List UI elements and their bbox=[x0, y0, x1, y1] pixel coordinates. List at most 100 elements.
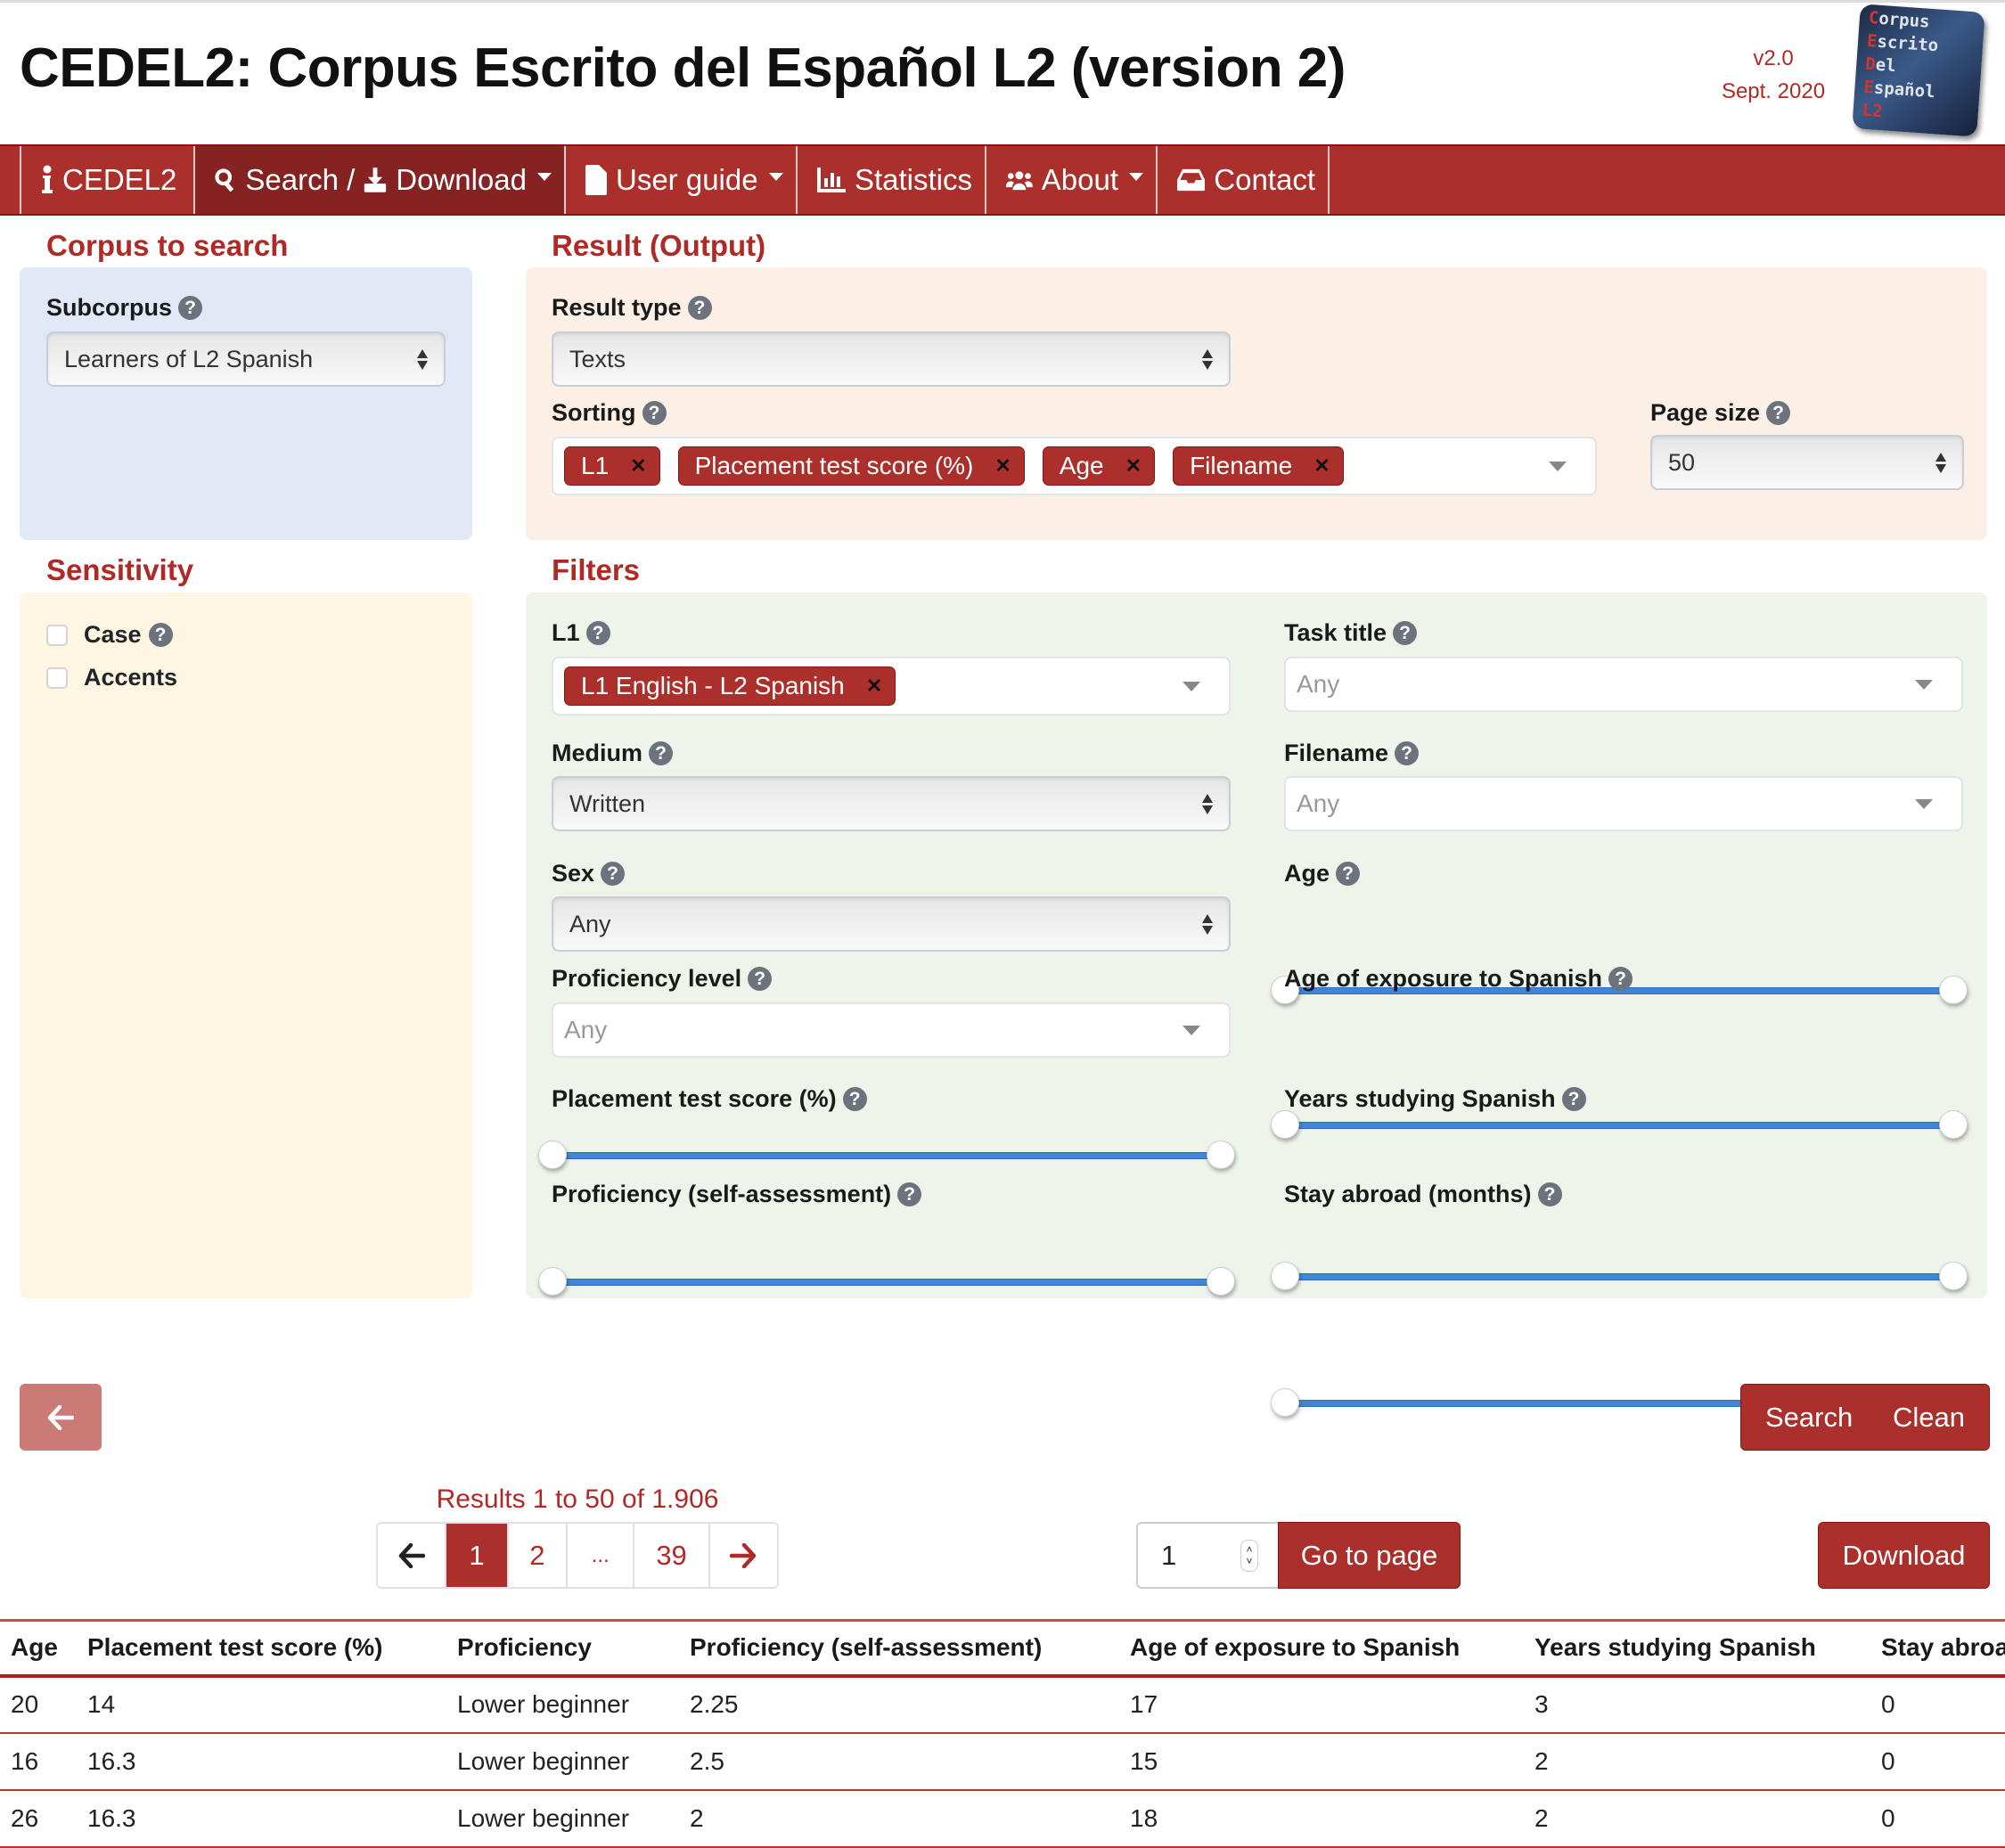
remove-icon[interactable]: ✕ bbox=[994, 454, 1011, 478]
page-button-2[interactable]: 2 bbox=[508, 1524, 569, 1587]
chevron-down-icon[interactable] bbox=[1549, 461, 1567, 471]
placement-slider[interactable] bbox=[538, 1141, 1235, 1171]
help-icon[interactable]: ? bbox=[897, 1182, 922, 1206]
help-icon[interactable]: ? bbox=[1393, 621, 1418, 645]
column-header[interactable]: Age bbox=[0, 1619, 77, 1678]
clean-button[interactable]: Clean bbox=[1893, 1402, 1965, 1434]
slider-min-handle[interactable] bbox=[1271, 1388, 1299, 1417]
help-icon[interactable]: ? bbox=[748, 967, 773, 991]
self-assessment-slider[interactable] bbox=[538, 1267, 1235, 1297]
chevron-down-icon[interactable] bbox=[1915, 798, 1933, 809]
slider-max-handle[interactable] bbox=[1207, 1267, 1235, 1296]
table-row[interactable]: 20 14 Lower beginner 2.25 17 3 0 bbox=[0, 1675, 2005, 1734]
table-row[interactable]: 16 16.3 Lower beginner 2.5 15 2 0 bbox=[0, 1732, 2005, 1791]
help-icon[interactable]: ? bbox=[687, 296, 712, 320]
help-icon[interactable]: ? bbox=[642, 401, 667, 425]
remove-icon[interactable]: ✕ bbox=[1313, 454, 1330, 478]
accents-checkbox[interactable] bbox=[46, 666, 68, 689]
help-icon[interactable]: ? bbox=[178, 296, 203, 320]
sorting-chip: Filename ✕ bbox=[1173, 446, 1344, 486]
help-icon[interactable]: ? bbox=[1537, 1182, 1562, 1206]
nav-about[interactable]: About bbox=[986, 146, 1158, 214]
sex-select[interactable]: Any bbox=[552, 896, 1231, 952]
results-table: Age Placement test score (%) Proficiency… bbox=[0, 1619, 2005, 1848]
help-icon[interactable]: ? bbox=[1608, 967, 1633, 991]
age-exposure-slider[interactable] bbox=[1271, 1110, 1968, 1141]
age-exposure-label: Age of exposure to Spanish ? bbox=[1284, 965, 1633, 993]
nav-statistics[interactable]: Statistics bbox=[798, 146, 986, 214]
column-header[interactable]: Years studying Spanish bbox=[1524, 1619, 1870, 1678]
slider-min-handle[interactable] bbox=[1271, 1262, 1299, 1290]
version-info: v2.0 Sept. 2020 bbox=[1693, 42, 1854, 108]
medium-select[interactable]: Written bbox=[552, 776, 1231, 831]
column-header[interactable]: Proficiency (self-assessment) bbox=[679, 1619, 1119, 1678]
chevron-down-icon bbox=[537, 172, 552, 181]
column-header[interactable]: Stay abroad bbox=[1870, 1619, 2005, 1678]
table-row[interactable]: 26 16.3 Lower beginner 2 18 2 0 bbox=[0, 1789, 2005, 1848]
chevron-down-icon[interactable] bbox=[1183, 681, 1200, 691]
nav-search-download[interactable]: Search / Download bbox=[195, 146, 566, 214]
goto-page-input[interactable]: 1 ˄ ˅ bbox=[1136, 1522, 1278, 1589]
help-icon[interactable]: ? bbox=[1561, 1087, 1586, 1111]
slider-max-handle[interactable] bbox=[1939, 976, 1968, 1004]
column-header[interactable]: Proficiency bbox=[446, 1619, 679, 1678]
goto-page-button[interactable]: Go to page bbox=[1278, 1522, 1461, 1589]
chevron-down-icon[interactable] bbox=[1915, 679, 1933, 690]
prev-page-button[interactable] bbox=[378, 1524, 447, 1587]
search-button[interactable]: Search bbox=[1765, 1402, 1853, 1434]
help-icon[interactable]: ? bbox=[1395, 741, 1420, 765]
table-cell: 0 bbox=[1870, 1789, 2005, 1848]
slider-max-handle[interactable] bbox=[1939, 1262, 1968, 1290]
l1-select[interactable]: L1 English - L2 Spanish ✕ bbox=[552, 657, 1231, 715]
result-type-select[interactable]: Texts bbox=[552, 331, 1231, 387]
corpus-heading: Corpus to search bbox=[46, 229, 289, 262]
help-icon[interactable]: ? bbox=[1336, 862, 1361, 886]
page-size-select[interactable]: 50 bbox=[1650, 435, 1964, 490]
slider-min-handle[interactable] bbox=[1271, 1110, 1299, 1139]
task-title-select[interactable]: Any bbox=[1284, 657, 1963, 712]
filename-select[interactable]: Any bbox=[1284, 776, 1963, 831]
table-cell: 2.5 bbox=[679, 1732, 1119, 1791]
help-icon[interactable]: ? bbox=[585, 621, 610, 645]
nav-contact[interactable]: Contact bbox=[1158, 146, 1330, 214]
page-title: CEDEL2: Corpus Escrito del Español L2 (v… bbox=[20, 37, 1346, 99]
help-icon[interactable]: ? bbox=[601, 862, 626, 886]
years-studying-slider[interactable] bbox=[1271, 1262, 1968, 1292]
pagination: 1 2 ... 39 bbox=[376, 1522, 779, 1589]
filters-panel: L1 ? L1 English - L2 Spanish ✕ Medium ? W… bbox=[526, 593, 1987, 1417]
remove-icon[interactable]: ✕ bbox=[866, 675, 882, 698]
help-icon[interactable]: ? bbox=[1766, 401, 1791, 425]
help-icon[interactable]: ? bbox=[842, 1087, 867, 1111]
accents-option[interactable]: Accents bbox=[46, 664, 177, 691]
number-spinner-icon[interactable]: ˄ ˅ bbox=[1240, 1539, 1258, 1572]
back-button[interactable] bbox=[20, 1384, 102, 1451]
select-arrows-icon bbox=[417, 348, 428, 370]
chevron-down-icon[interactable] bbox=[1183, 1025, 1200, 1035]
help-icon[interactable]: ? bbox=[649, 741, 674, 765]
table-cell: 16 bbox=[0, 1732, 77, 1791]
version-number: v2.0 bbox=[1753, 46, 1794, 70]
column-header[interactable]: Placement test score (%) bbox=[77, 1619, 446, 1678]
help-icon[interactable]: ? bbox=[148, 623, 173, 647]
page-button-39[interactable]: 39 bbox=[634, 1524, 710, 1587]
slider-max-handle[interactable] bbox=[1939, 1110, 1968, 1139]
subcorpus-select[interactable]: Learners of L2 Spanish bbox=[46, 331, 446, 387]
slider-max-handle[interactable] bbox=[1207, 1141, 1235, 1169]
nav-cedel2[interactable]: CEDEL2 bbox=[21, 146, 195, 214]
cedel2-logo[interactable]: Corpus Escrito Del Español L2 bbox=[1852, 4, 1985, 137]
case-checkbox[interactable] bbox=[46, 624, 68, 646]
download-button[interactable]: Download bbox=[1818, 1522, 1990, 1589]
next-page-button[interactable] bbox=[709, 1524, 777, 1587]
nav-user-guide[interactable]: User guide bbox=[566, 146, 798, 214]
sorting-select[interactable]: L1 ✕ Placement test score (%) ✕ Age ✕ Filen… bbox=[552, 437, 1597, 495]
column-header[interactable]: Age of exposure to Spanish bbox=[1119, 1619, 1524, 1678]
slider-min-handle[interactable] bbox=[538, 1267, 567, 1296]
remove-icon[interactable]: ✕ bbox=[630, 454, 646, 478]
slider-min-handle[interactable] bbox=[538, 1141, 567, 1169]
remove-icon[interactable]: ✕ bbox=[1125, 454, 1142, 478]
search-clean-group: Search Clean bbox=[1740, 1384, 1990, 1451]
table-cell: 0 bbox=[1870, 1732, 2005, 1791]
proficiency-level-select[interactable]: Any bbox=[552, 1002, 1231, 1058]
case-option[interactable]: Case ? bbox=[46, 621, 173, 649]
page-button-1[interactable]: 1 bbox=[446, 1524, 509, 1587]
